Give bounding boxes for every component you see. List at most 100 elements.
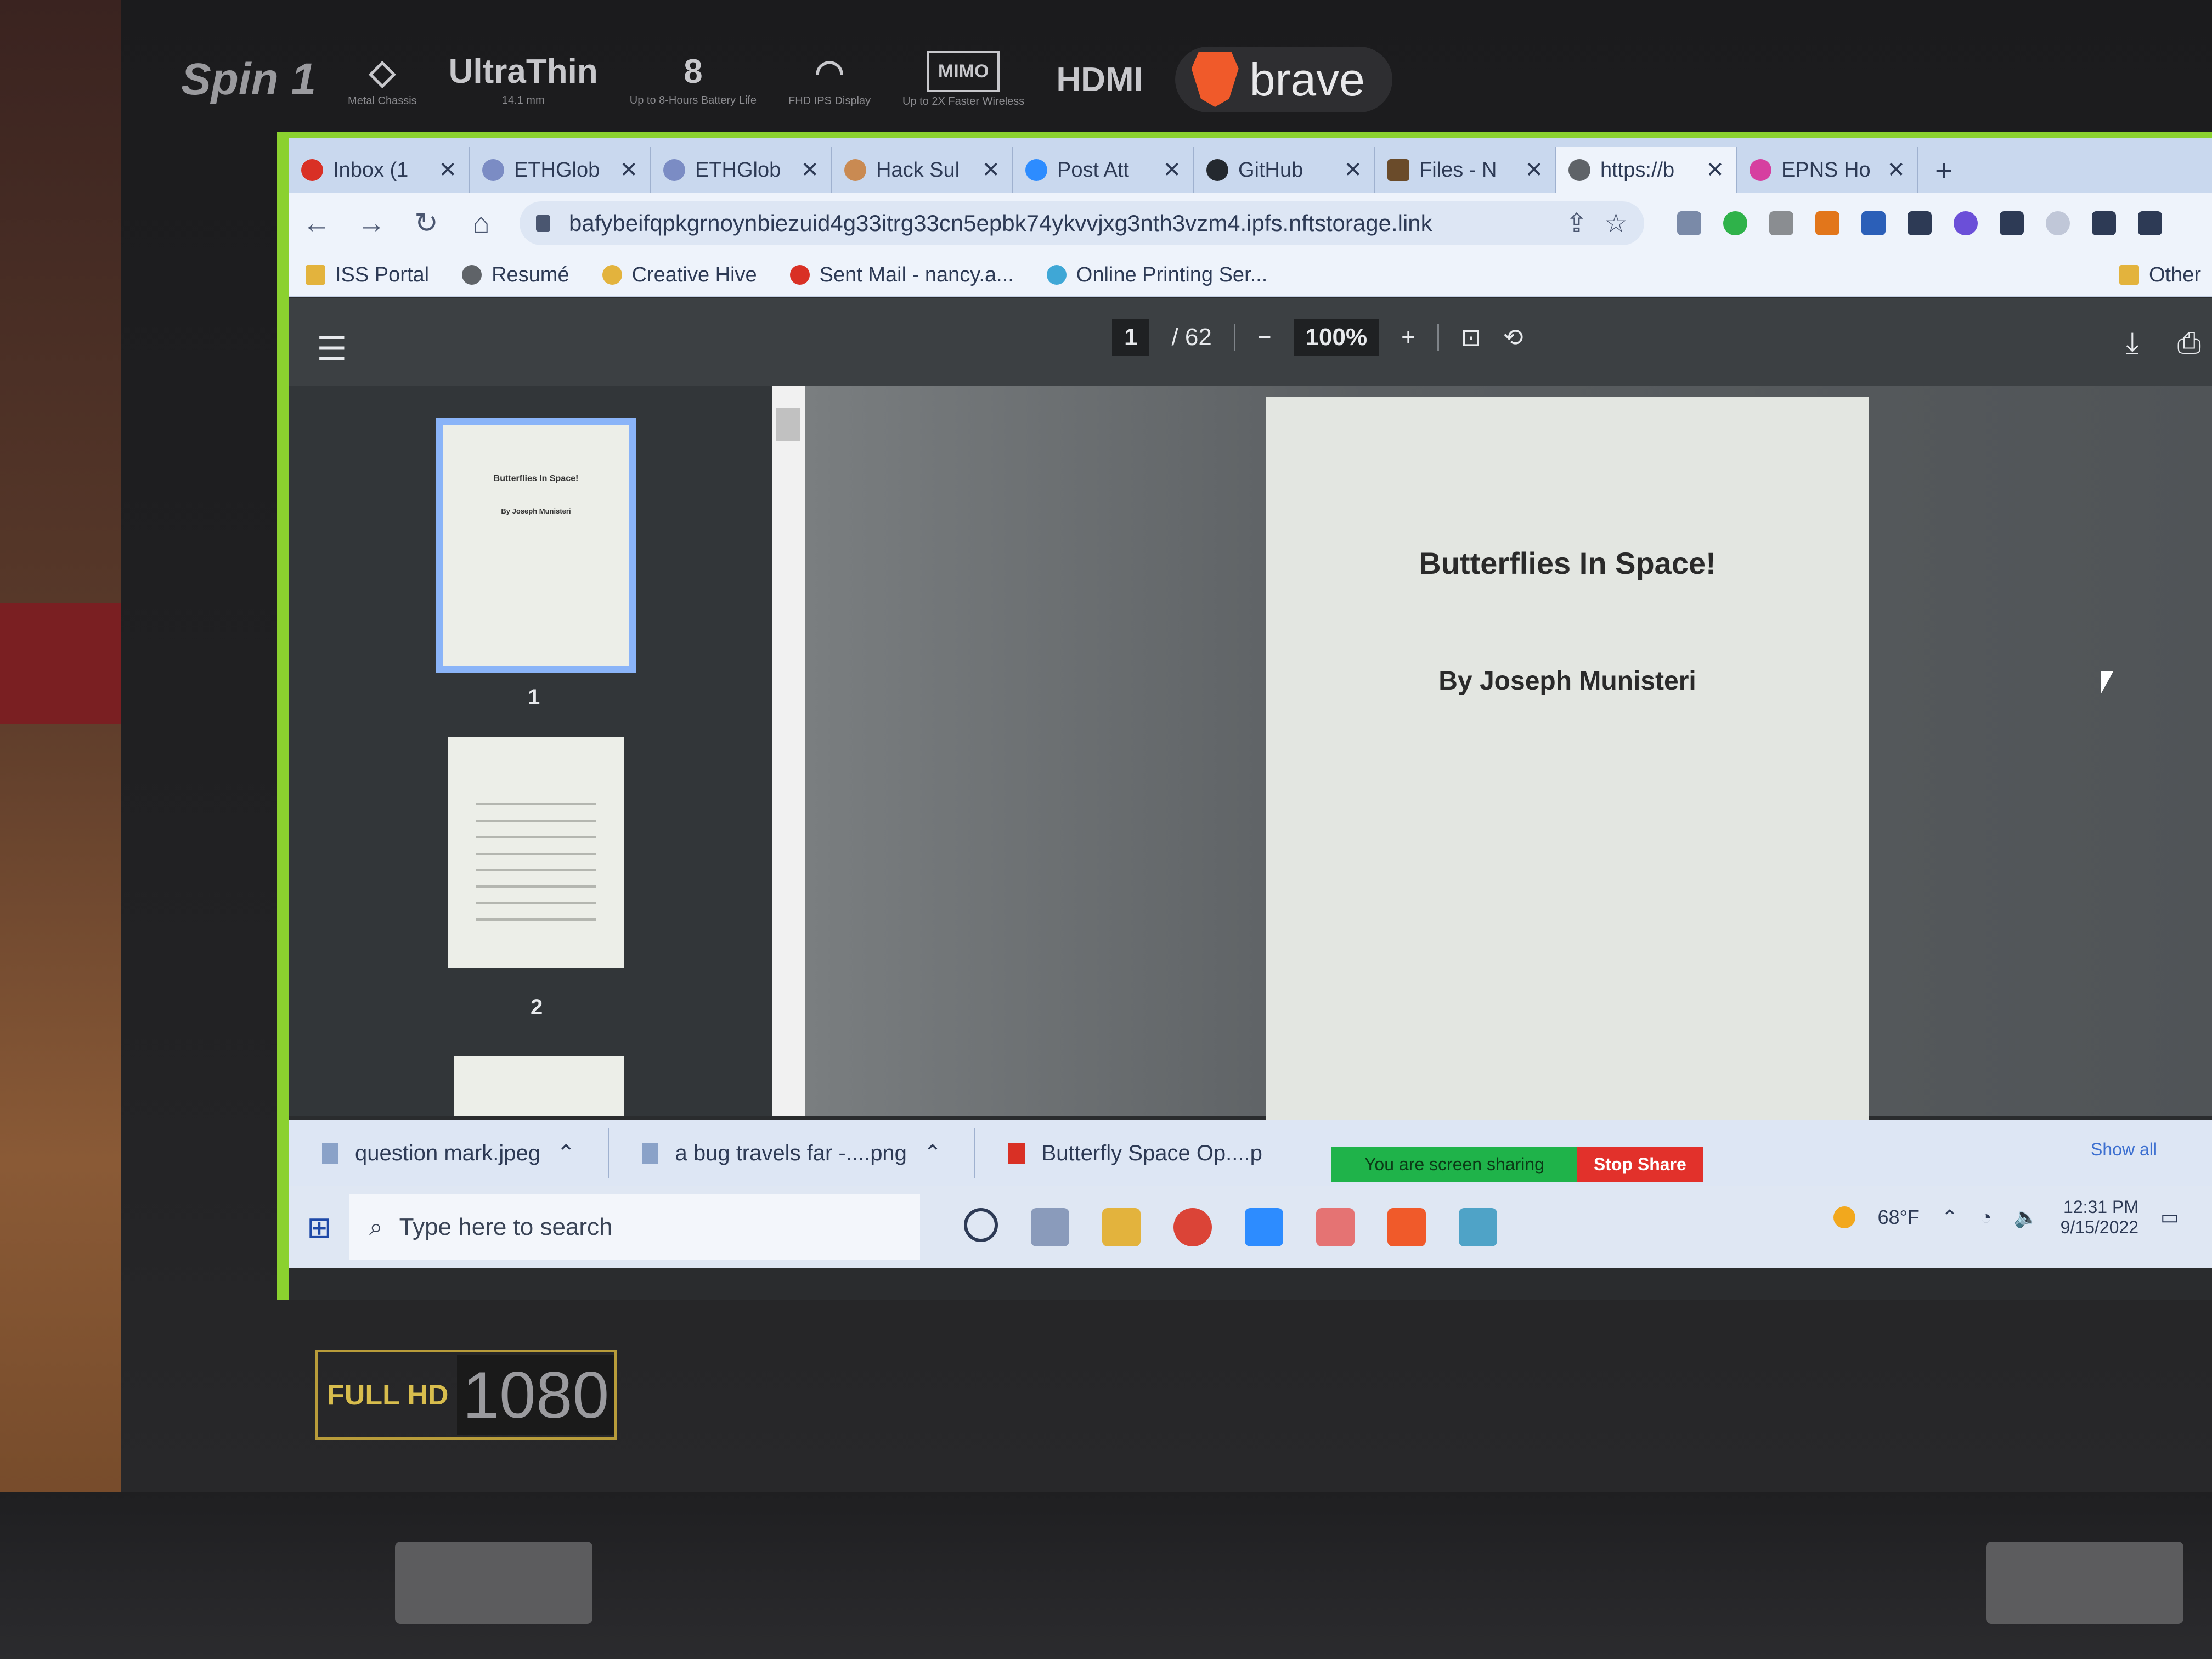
zoom-input[interactable]: 100% — [1293, 319, 1380, 356]
show-all-link[interactable]: Show all — [2091, 1139, 2157, 1160]
extension-icon[interactable] — [1861, 211, 1886, 235]
thumbnail-number: 1 — [528, 685, 540, 709]
model-label: Spin 1 — [181, 54, 317, 104]
rotate-icon[interactable]: ⟲ — [1503, 324, 1523, 352]
page-number-input[interactable]: 1 — [1112, 319, 1150, 356]
app-icon[interactable] — [1459, 1208, 1497, 1246]
download-item[interactable]: question mark.jpeg ⌃ — [289, 1128, 610, 1178]
other-bookmarks[interactable]: Other — [2119, 263, 2201, 287]
brave-icon[interactable] — [1387, 1208, 1426, 1246]
page-total: / 62 — [1171, 324, 1212, 351]
tab-active-ipfs[interactable]: https://b ✕ — [1556, 147, 1737, 193]
office-icon[interactable] — [1316, 1208, 1355, 1246]
sticker-hdmi: HDMI — [1056, 60, 1143, 99]
clock[interactable]: 12:31 PM 9/15/2022 — [2061, 1197, 2138, 1238]
sticker-display: ◠ FHD IPS Display — [788, 53, 871, 107]
tab-epns[interactable]: EPNS Ho ✕ — [1737, 147, 1918, 193]
download-item[interactable]: Butterfly Space Op....p — [975, 1128, 1295, 1178]
zoom-icon[interactable] — [1245, 1208, 1283, 1246]
tab-hack[interactable]: Hack Sul ✕ — [832, 147, 1013, 193]
extension-icon[interactable] — [1908, 211, 1932, 235]
chrome-icon[interactable] — [1173, 1208, 1212, 1246]
tab-ethglobal-2[interactable]: ETHGlob ✕ — [651, 147, 832, 193]
weather-temp[interactable]: 68°F — [1877, 1206, 1919, 1229]
zoom-out-icon[interactable]: − — [1257, 324, 1272, 351]
url-text[interactable]: bafybeifqpkgrnoynbiezuid4g33itrg33cn5epb… — [569, 210, 1549, 236]
close-icon[interactable]: ✕ — [1344, 157, 1362, 183]
lock-icon — [536, 215, 550, 232]
tab-files[interactable]: Files - N ✕ — [1375, 147, 1556, 193]
file-icon — [322, 1143, 338, 1164]
notification-icon[interactable]: ▭ — [2160, 1206, 2179, 1229]
extension-icon[interactable] — [1769, 211, 1793, 235]
reload-icon[interactable]: ↻ — [399, 207, 454, 240]
hinge-right — [1986, 1542, 2183, 1624]
extension-icon[interactable] — [1677, 211, 1701, 235]
close-icon[interactable]: ✕ — [1525, 157, 1543, 183]
new-tab-button[interactable]: + — [1918, 147, 1970, 193]
file-explorer-icon[interactable] — [1102, 1208, 1141, 1246]
downloads-bar: question mark.jpeg ⌃ a bug travels far -.… — [289, 1120, 2212, 1186]
tab-inbox[interactable]: Inbox (1 ✕ — [289, 147, 470, 193]
thumbnail-scrollbar[interactable] — [772, 386, 805, 1116]
chevron-up-icon[interactable]: ⌃ — [923, 1141, 942, 1166]
pdf-actions: ⤓ ⎙ — [2126, 326, 2201, 360]
bookmark-star-icon[interactable]: ☆ — [1604, 208, 1628, 239]
tab-github[interactable]: GitHub ✕ — [1194, 147, 1375, 193]
chevron-up-icon[interactable]: ⌃ — [557, 1141, 575, 1166]
download-icon[interactable]: ⤓ — [2126, 326, 2139, 360]
close-icon[interactable]: ✕ — [619, 157, 638, 183]
forward-icon[interactable]: → — [344, 207, 399, 240]
metamask-icon[interactable] — [1815, 211, 1839, 235]
close-icon[interactable]: ✕ — [1887, 157, 1905, 183]
tab-ethglobal-1[interactable]: ETHGlob ✕ — [470, 147, 651, 193]
zoom-in-icon[interactable]: + — [1401, 324, 1415, 351]
pdf-toolbar: ☰ 1 / 62 − 100% + ⊡ ⟲ ⤓ ⎙ — [289, 298, 2212, 386]
task-view-icon[interactable] — [1031, 1208, 1069, 1246]
close-icon[interactable]: ✕ — [1163, 157, 1181, 183]
windows-start-icon[interactable]: ⊞ — [289, 1210, 349, 1245]
sharing-status: You are screen sharing — [1331, 1147, 1577, 1182]
folder-icon — [306, 265, 325, 285]
bookmark-online-printing[interactable]: Online Printing Ser... — [1046, 263, 1267, 287]
weather-icon[interactable] — [1833, 1206, 1856, 1228]
close-icon[interactable]: ✕ — [1706, 157, 1724, 183]
taskbar-search[interactable]: ⌕ Type here to search — [349, 1194, 920, 1260]
thumbnail-page-2[interactable] — [448, 737, 624, 968]
download-item[interactable]: a bug travels far -....png ⌃ — [609, 1128, 976, 1178]
chevron-up-icon[interactable]: ⌃ — [1942, 1206, 1958, 1229]
fit-page-icon[interactable]: ⊡ — [1461, 324, 1481, 352]
volume-icon[interactable]: 🔈 — [2014, 1206, 2039, 1229]
extension-icon[interactable] — [2000, 211, 2024, 235]
extension-icon[interactable] — [2046, 211, 2070, 235]
files-icon — [1387, 159, 1409, 181]
gmail-icon — [301, 159, 323, 181]
home-icon[interactable]: ⌂ — [454, 207, 509, 240]
thumbnail-page-3[interactable] — [454, 1056, 624, 1116]
close-icon[interactable]: ✕ — [438, 157, 457, 183]
print-icon[interactable]: ⎙ — [2177, 326, 2201, 360]
globe-icon — [462, 265, 482, 285]
share-icon[interactable]: ⇪ — [1566, 208, 1588, 239]
wifi-icon[interactable]: ◔ — [1980, 1206, 1992, 1229]
bookmark-creative-hive[interactable]: Creative Hive — [602, 263, 757, 287]
close-icon[interactable]: ✕ — [981, 157, 1000, 183]
close-icon[interactable]: ✕ — [800, 157, 819, 183]
address-bar[interactable]: bafybeifqpkgrnoynbiezuid4g33itrg33cn5epb… — [520, 201, 1644, 245]
thumbnail-sidebar: Butterflies In Space! By Joseph Munister… — [289, 386, 772, 1116]
bookmarks-bar: ISS Portal Resumé Creative Hive Sent Mai… — [289, 253, 2212, 297]
puzzle-icon[interactable] — [2092, 211, 2116, 235]
bookmark-sent-mail[interactable]: Sent Mail - nancy.a... — [789, 263, 1014, 287]
cortana-icon[interactable] — [964, 1208, 998, 1242]
tab-post-attendee[interactable]: Post Att ✕ — [1013, 147, 1194, 193]
extension-icon[interactable] — [1954, 211, 1978, 235]
thumbnail-page-1[interactable]: Butterflies In Space! By Joseph Munister… — [436, 418, 636, 673]
bookmark-resume[interactable]: Resumé — [462, 263, 569, 287]
bee-icon — [602, 265, 622, 285]
menu-icon[interactable]: ☰ — [317, 329, 347, 369]
stop-share-button[interactable]: Stop Share — [1577, 1147, 1703, 1182]
sidebar-icon[interactable] — [2138, 211, 2162, 235]
back-icon[interactable]: ← — [289, 207, 344, 240]
bookmark-iss-portal[interactable]: ISS Portal — [306, 263, 429, 287]
extension-icon[interactable] — [1723, 211, 1747, 235]
